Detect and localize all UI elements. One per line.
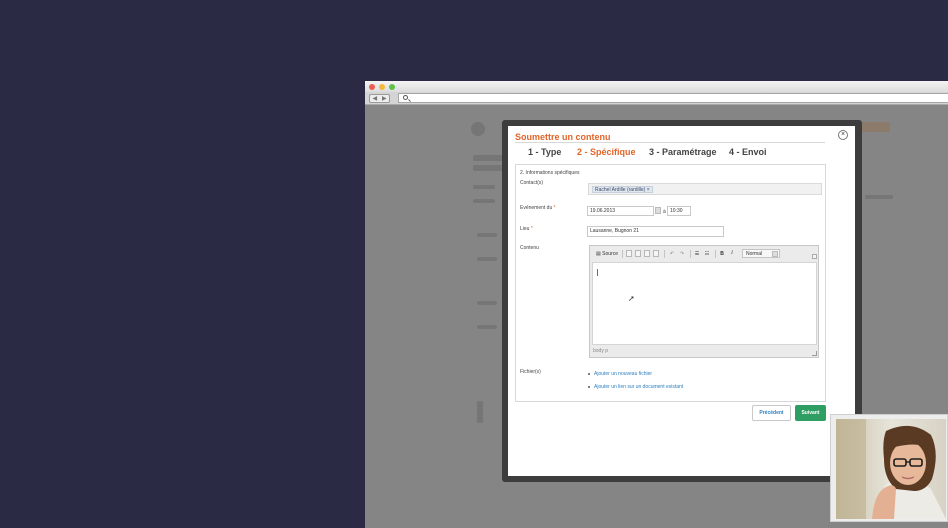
event-time-input[interactable]: 10:30 [667,206,691,216]
editor-element-path: body p [593,348,609,354]
search-icon [403,95,408,100]
background-text [865,195,893,199]
text-caret [597,269,598,276]
rich-text-editor: ▤ Source ↶ ↷ ☰ ☷ B I Normal body p [589,245,819,358]
paste-icon[interactable] [644,250,650,257]
chevron-down-icon [772,251,778,257]
maximize-window-icon[interactable] [389,84,395,90]
paste-text-icon[interactable] [653,250,659,257]
editor-content-area[interactable] [592,262,817,345]
content-label: Contenu [520,245,539,251]
contact-tag-label: Rachel Ardille (rardille) [595,187,646,193]
address-bar[interactable] [398,93,948,103]
close-icon[interactable]: × [838,130,848,140]
section-title: 2. Informations spécifiques [520,170,580,176]
step-settings[interactable]: 3 - Paramétrage [649,147,717,157]
place-label: Lieu * [520,226,533,232]
background-text [473,199,495,203]
step-type[interactable]: 1 - Type [528,147,561,157]
background-shape [477,401,483,423]
background-text [473,155,503,161]
bold-button[interactable]: B [718,250,726,258]
background-text [473,185,495,189]
browser-toolbar: ◀ ▶ [365,92,948,105]
background-logo [471,122,485,136]
webcam-overlay [830,414,948,522]
step-specific[interactable]: 2 - Spécifique [577,147,636,157]
event-label: Evénement du * [520,205,556,211]
italic-button[interactable]: I [728,250,736,258]
collapse-toolbar-icon[interactable] [812,254,817,259]
forward-arrow-icon[interactable]: ▶ [382,95,387,102]
background-text [477,301,497,305]
toolbar-separator [715,250,716,258]
background-text [477,325,497,329]
calendar-icon[interactable] [655,207,661,214]
numbered-list-icon[interactable]: ☰ [693,250,701,258]
toolbar-separator [622,250,623,258]
back-forward-buttons[interactable]: ◀ ▶ [369,94,390,103]
background-text [477,233,497,237]
date-time-separator: à [663,209,666,215]
event-date-input[interactable]: 19.06.2013 [587,206,654,216]
toolbar-separator [664,250,665,258]
step-send[interactable]: 4 - Envoi [729,147,767,157]
minimize-window-icon[interactable] [379,84,385,90]
add-file-link[interactable]: Ajouter un nouveau fichier [594,371,652,377]
place-input[interactable]: Lausanne, Bugnon 21 [587,226,724,237]
modal-title: Soumettre un contenu [515,132,611,142]
source-button[interactable]: ▤ Source [595,250,619,258]
add-document-link[interactable]: Ajouter un lien sur un document existant [594,384,683,390]
background-button [860,122,890,132]
editor-toolbar: ▤ Source ↶ ↷ ☰ ☷ B I Normal [592,248,817,260]
bullet-icon [588,373,590,375]
title-divider [515,142,825,143]
background-text [477,257,497,261]
window-titlebar [365,81,948,92]
background-text [473,165,503,171]
toolbar-separator [690,250,691,258]
cursor-arrow-icon: ➚ [628,294,635,303]
source-icon: ▤ [596,251,601,257]
webcam-video [836,419,946,519]
redo-icon[interactable]: ↷ [678,250,686,258]
copy-icon[interactable] [635,250,641,257]
contact-tag[interactable]: Rachel Ardille (rardille) × [592,186,653,193]
format-select[interactable]: Normal [742,249,780,258]
contacts-label: Contact(s) [520,180,544,186]
resize-handle[interactable] [812,351,817,356]
back-arrow-icon[interactable]: ◀ [372,95,377,102]
undo-icon[interactable]: ↶ [668,250,676,258]
remove-tag-icon[interactable]: × [647,187,650,193]
source-label: Source [602,251,618,257]
contacts-field[interactable]: Rachel Ardille (rardille) × [588,183,822,195]
cut-icon[interactable] [626,250,632,257]
close-window-icon[interactable] [369,84,375,90]
bulleted-list-icon[interactable]: ☷ [703,250,711,258]
next-button[interactable]: Suivant [795,405,826,421]
previous-button[interactable]: Précédent [752,405,791,421]
files-label: Fichier(s) [520,369,541,375]
format-value: Normal [746,251,763,257]
bullet-icon [588,386,590,388]
